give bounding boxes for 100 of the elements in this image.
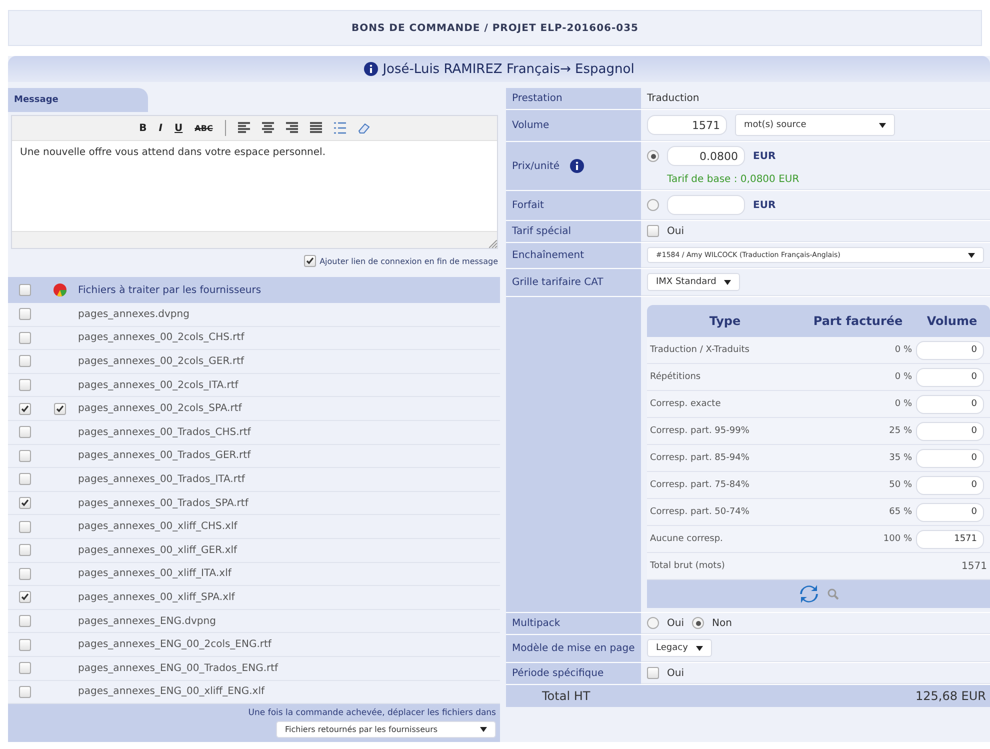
base-rate-note: Tarif de base : 0,0800 EUR (666, 174, 800, 185)
field-label: Modèle de mise en page (512, 643, 635, 654)
checkbox[interactable] (19, 686, 31, 698)
table-cell-text: Corresp. part. 85-94% (649, 453, 750, 463)
format-button[interactable]: ABC (194, 124, 213, 132)
option-label: Non (712, 618, 732, 628)
checkbox[interactable] (19, 662, 31, 674)
file-name: pages_annexes_00_Trados_GER.rtf (78, 450, 251, 462)
format-button[interactable]: I (158, 122, 163, 134)
file-name: pages_annexes_ENG_00_xliff_ENG.xlf (78, 686, 265, 698)
panel-title: José-Luis RAMIREZ Français→ Espagnol (382, 62, 634, 76)
toolbar-icon[interactable] (262, 122, 274, 134)
file-name: pages_annexes_00_Trados_CHS.rtf (78, 426, 251, 438)
table-cell-text: 65 % (888, 507, 913, 517)
checkbox[interactable] (647, 667, 659, 679)
price-field[interactable] (667, 195, 745, 215)
checkbox[interactable] (19, 591, 31, 604)
checkbox[interactable] (19, 615, 31, 628)
checkbox[interactable] (19, 284, 31, 296)
table-cell-text: Répétitions (649, 372, 702, 382)
volume-field[interactable]: 1571 (916, 530, 984, 548)
checkbox[interactable] (19, 544, 31, 556)
search-icon[interactable] (826, 588, 838, 600)
checkbox[interactable] (54, 402, 66, 415)
caret-icon (696, 646, 703, 650)
format-button[interactable]: U (174, 122, 183, 134)
checkbox[interactable] (19, 520, 31, 533)
toolbar-icon[interactable] (358, 122, 370, 134)
volume-field[interactable]: 0 (916, 422, 984, 440)
checkbox[interactable] (19, 426, 31, 438)
radio-button[interactable] (647, 150, 659, 162)
dropdown[interactable]: Legacy (647, 639, 712, 657)
file-name: pages_annexes_00_2cols_SPA.rtf (78, 403, 242, 414)
table-cell-text: Corresp. part. 95-99% (649, 426, 750, 436)
volume-field[interactable]: 0 (916, 394, 984, 414)
table-cell-text: Traduction / X-Traduits (649, 345, 750, 355)
file-name: pages_annexes_ENG_00_2cols_ENG.rtf (78, 639, 272, 650)
table-cell-text: 50 % (888, 480, 913, 490)
volume-field[interactable]: 0 (916, 476, 984, 494)
checkbox[interactable] (19, 355, 31, 368)
radio-button[interactable] (647, 617, 659, 629)
resize-grip-icon[interactable] (489, 240, 497, 248)
radio-button[interactable] (647, 199, 659, 211)
table-cell-text: 35 % (888, 453, 913, 463)
info-icon (570, 159, 584, 173)
file-name: pages_annexes_00_xliff_SPA.xlf (78, 592, 235, 603)
table-cell-text: 0 % (894, 345, 913, 355)
message-tab[interactable]: Message (8, 88, 148, 112)
checkbox[interactable] (304, 255, 316, 267)
message-text[interactable]: Une nouvelle offre vous attend dans votre espace personnel. (12, 141, 497, 231)
column-header: Part facturée (812, 315, 904, 327)
checkbox[interactable] (19, 473, 31, 486)
toolbar-icon[interactable] (286, 122, 298, 134)
toolbar-icon[interactable] (310, 122, 322, 134)
file-name: pages_annexes_ENG_00_Trados_ENG.rtf (78, 662, 278, 674)
table-cell-text: Corresp. part. 50-74% (649, 507, 750, 517)
checkbox[interactable] (19, 402, 31, 415)
color-wheel-icon (53, 283, 67, 297)
dropdown[interactable]: IMX Standard (647, 273, 740, 291)
option-label: Oui (667, 226, 684, 236)
toolbar-icon[interactable] (334, 122, 346, 134)
table-cell-text: Total brut (mots) (649, 561, 726, 571)
checkbox[interactable] (19, 638, 31, 651)
caret-icon (480, 727, 487, 732)
checkbox[interactable] (19, 568, 31, 580)
table-cell-text: 100 % (882, 534, 913, 544)
unit-dropdown[interactable]: mot(s) source (735, 114, 895, 136)
checkbox[interactable] (19, 308, 31, 320)
field-label: Volume (512, 120, 550, 131)
footer-note: Une fois la commande achevée, déplacer les fichiers dans (248, 708, 496, 718)
radio-button[interactable] (692, 617, 704, 629)
refresh-icon[interactable] (798, 585, 818, 603)
field-label: Grille tarifaire CAT (512, 277, 604, 288)
file-name: pages_annexes_00_2cols_ITA.rtf (78, 380, 238, 391)
caret-icon (724, 280, 732, 284)
checkbox[interactable] (19, 379, 31, 392)
checkbox[interactable] (647, 225, 659, 237)
volume-field[interactable]: 0 (916, 502, 984, 522)
price-field[interactable]: 0.0800 (667, 146, 745, 166)
table-cell-text: Aucune corresp. (649, 534, 724, 544)
option-label: Oui (667, 668, 684, 678)
total-label: Total HT (542, 689, 590, 703)
file-name: pages_annexes_ENG.dvpng (78, 616, 216, 627)
table-cell-text: 25 % (888, 426, 913, 436)
info-icon (364, 62, 378, 76)
checkbox[interactable] (19, 332, 31, 344)
toolbar-icon[interactable] (238, 122, 250, 134)
checkbox[interactable] (19, 450, 31, 462)
field-label: Forfait (512, 200, 544, 211)
volume-field[interactable]: 0 (916, 448, 984, 468)
volume-field[interactable]: 0 (916, 340, 984, 360)
format-button[interactable]: B (139, 122, 147, 134)
checkbox[interactable] (19, 497, 31, 510)
field-label: Période spécifique (512, 668, 604, 679)
column-header: Fichiers à traiter par les fournisseurs (78, 284, 262, 296)
file-name: pages_annexes_00_2cols_CHS.rtf (78, 332, 244, 344)
destination-dropdown[interactable]: Fichiers retournés par les fournisseurs (276, 721, 496, 738)
volume-field[interactable]: 1571 (647, 115, 727, 135)
field-label: Prestation (512, 93, 562, 104)
volume-field[interactable]: 0 (916, 368, 984, 386)
